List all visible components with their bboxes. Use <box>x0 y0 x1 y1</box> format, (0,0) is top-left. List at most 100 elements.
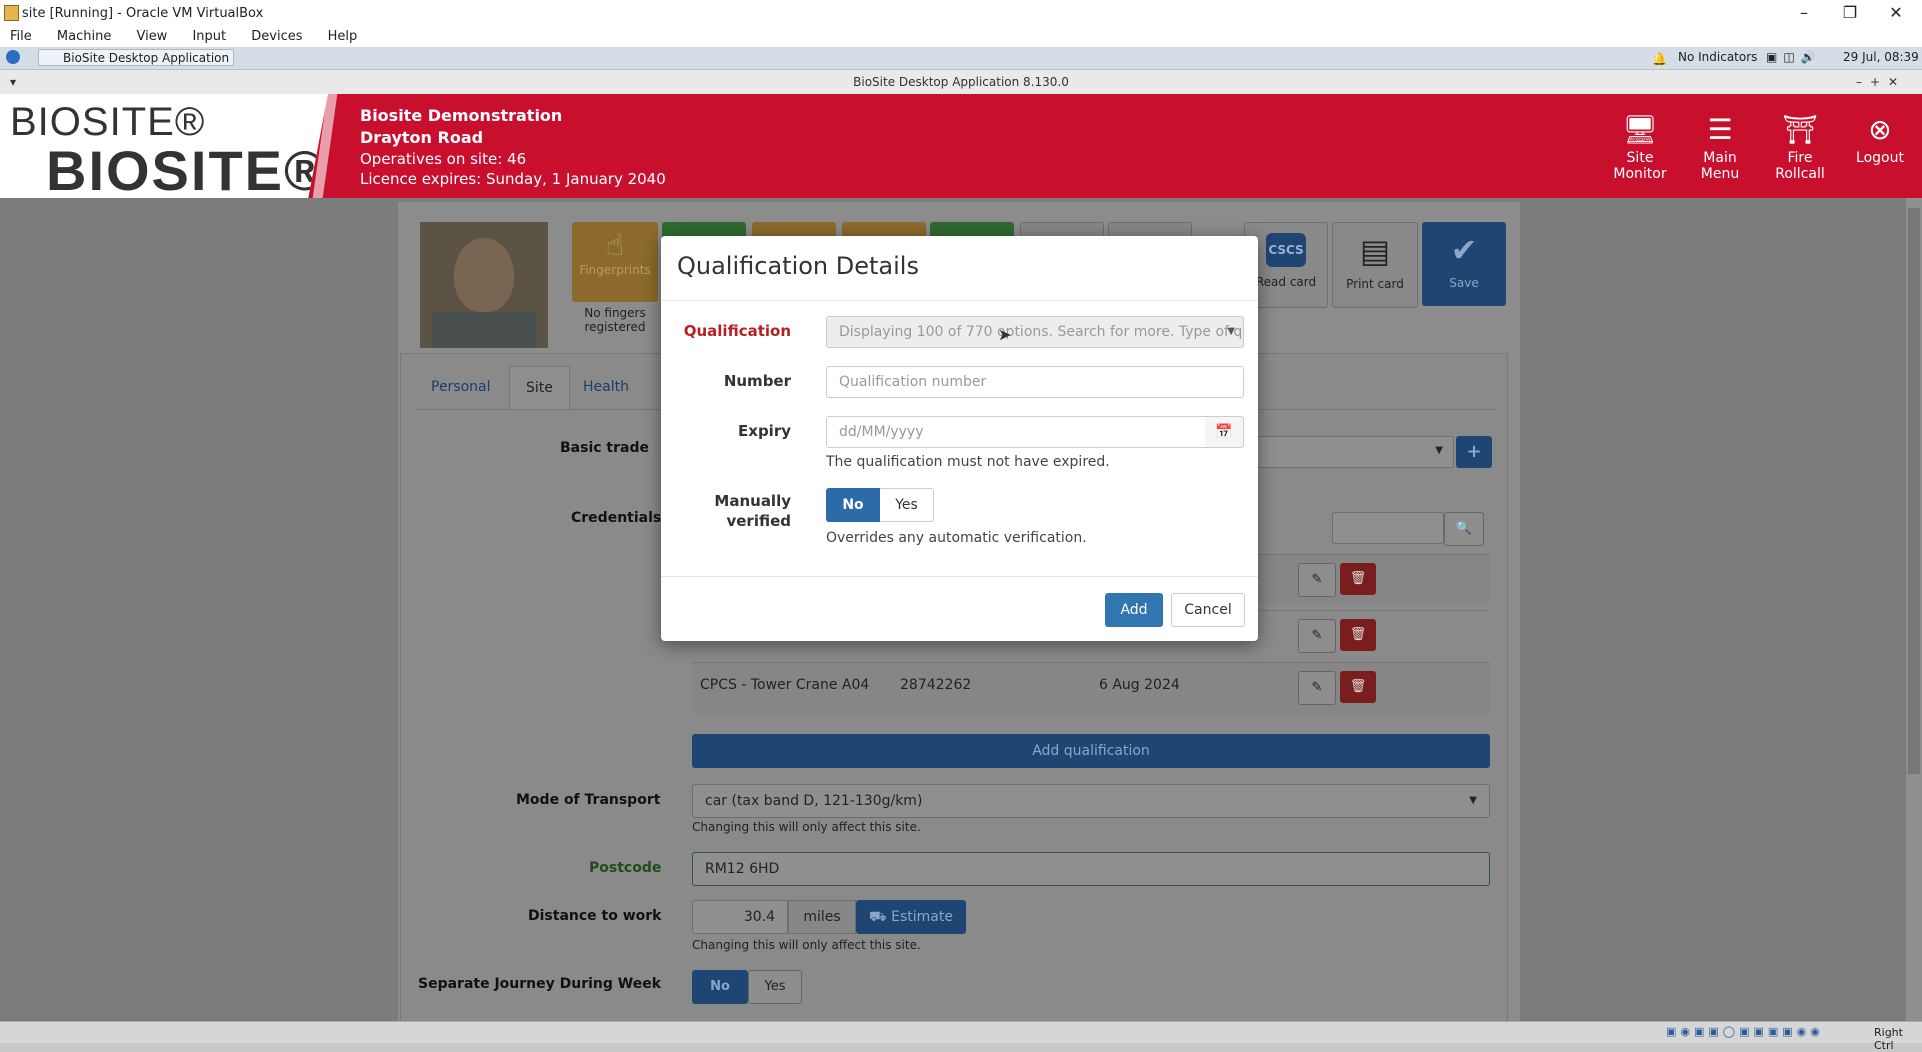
logout-button[interactable]: ⊗ Logout <box>1840 94 1920 198</box>
biosite-logo: BIOSITE® BIOSITE® <box>0 94 328 198</box>
distance-unit: miles <box>788 900 856 934</box>
scrollbar-thumb[interactable] <box>1908 208 1920 774</box>
bell-icon[interactable]: 🔔 <box>1652 52 1667 66</box>
manual-verified-no[interactable]: No <box>826 488 880 522</box>
tab-site[interactable]: Site <box>509 366 570 409</box>
app-window-title: BioSite Desktop Application 8.130.0 ▾ –+… <box>0 70 1922 94</box>
distance-input[interactable]: 30.4 <box>692 900 788 934</box>
app-header: BIOSITE® BIOSITE® Biosite Demonstration … <box>0 94 1922 198</box>
basic-trade-label: Basic trade <box>560 440 649 456</box>
edit-icon[interactable]: ✎ <box>1298 563 1336 597</box>
site-road: Drayton Road <box>360 128 484 147</box>
status-icons[interactable]: ▣◉▣▣◯▣▣▣▣◉◉ <box>1666 1025 1824 1038</box>
licence-expiry: Licence expires: Sunday, 1 January 2040 <box>360 170 666 188</box>
clock: 29 Jul, 08:39 <box>1843 50 1919 64</box>
postcode-input[interactable]: RM12 6HD <box>692 852 1490 886</box>
chevron-down-icon: ▼ <box>1469 795 1477 806</box>
hand-pointer-icon: ☝ <box>605 228 625 263</box>
site-name: Biosite Demonstration <box>360 106 563 125</box>
qualification-select[interactable]: Displaying 100 of 770 options. Search fo… <box>826 316 1244 348</box>
qualification-dialog: Qualification Details Qualification Disp… <box>661 236 1258 641</box>
manual-verified-help: Overrides any automatic verification. <box>826 530 1087 546</box>
add-qualification-button[interactable]: Add qualification <box>692 734 1490 768</box>
fingerprints-button[interactable]: ☝ Fingerprints <box>572 222 658 302</box>
vbox-app-icon <box>4 5 19 21</box>
manual-verified-yes[interactable]: Yes <box>880 488 934 522</box>
number-label: Number <box>723 372 791 390</box>
site-monitor-button[interactable]: 🖥 Site Monitor <box>1600 94 1680 198</box>
postcode-label: Postcode <box>589 860 662 876</box>
transport-select[interactable]: car (tax band D, 121-130g/km) ▼ <box>692 784 1490 818</box>
separate-journey-label: Separate Journey During Week <box>418 976 662 992</box>
transport-label: Mode of Transport <box>516 792 661 808</box>
tray-icons[interactable]: ▣◫🔊 <box>1766 50 1822 64</box>
mouse-cursor-icon: ➤ <box>998 325 1012 344</box>
app-window-controls[interactable]: –+✕ <box>1856 70 1906 94</box>
main-menu-button[interactable]: ☰ Main Menu <box>1680 94 1760 198</box>
menu-help[interactable]: Help <box>328 29 358 44</box>
print-card-button[interactable]: ▤ Print card <box>1332 222 1418 308</box>
indicators-label: No Indicators <box>1678 50 1758 64</box>
menu-devices[interactable]: Devices <box>251 29 302 44</box>
menu-file[interactable]: File <box>10 29 32 44</box>
manually-verified-label: Manually <box>714 492 791 510</box>
transport-note: Changing this will only affect this site… <box>692 820 921 834</box>
distance-note: Changing this will only affect this site… <box>692 938 921 952</box>
dialog-footer-divider <box>661 576 1258 577</box>
dialog-header-divider <box>661 300 1258 301</box>
trash-icon[interactable]: 🗑 <box>1340 563 1376 595</box>
vbox-title-bar: site [Running] - Oracle VM VirtualBox – … <box>0 0 1922 27</box>
add-button[interactable]: Add <box>1105 593 1163 627</box>
estimate-button[interactable]: ⛟ Estimate <box>856 900 966 934</box>
host-key-label: Right Ctrl <box>1874 1026 1903 1052</box>
search-icon: 🔍 <box>1455 521 1473 536</box>
credentials-search-input[interactable] <box>1332 512 1444 544</box>
guest-taskbar: BioSite Desktop Application ... 🔔 No Ind… <box>0 47 1922 70</box>
credentials-label: Credentials <box>571 510 662 526</box>
monitor-icon: 🖥 <box>1622 113 1658 146</box>
vbox-window-title: site [Running] - Oracle VM VirtualBox <box>22 6 264 21</box>
car-icon: ⛟ <box>869 909 887 925</box>
fingerprints-status: No fingers registered <box>584 306 646 334</box>
separate-journey-no[interactable]: No <box>692 970 748 1004</box>
hamburger-icon: ☰ <box>1707 113 1733 146</box>
check-icon: ✔ <box>1450 231 1478 269</box>
credential-name: CPCS - Tower Crane A04 <box>700 677 870 693</box>
credential-row-3: CPCS - Tower Crane A04 28742262 6 Aug 20… <box>692 662 1490 715</box>
card-icon: ▤ <box>1359 232 1391 270</box>
calendar-icon[interactable]: 📅 <box>1205 416 1244 448</box>
tab-health[interactable]: Health <box>567 366 645 408</box>
save-button[interactable]: ✔ Save <box>1422 222 1506 306</box>
vbox-menu-bar: File Machine View Input Devices Help <box>0 27 1922 47</box>
menu-view[interactable]: View <box>136 29 167 44</box>
trash-icon[interactable]: 🗑 <box>1340 671 1376 703</box>
dialog-title: Qualification Details <box>677 252 919 280</box>
close-icon[interactable]: ✕ <box>1876 2 1916 24</box>
fire-rollcall-button[interactable]: ⛩ Fire Rollcall <box>1760 94 1840 198</box>
expiry-label: Expiry <box>738 422 791 440</box>
cancel-button[interactable]: Cancel <box>1171 593 1245 627</box>
vbox-status-bar: ▣◉▣▣◯▣▣▣▣◉◉ Right Ctrl <box>0 1021 1922 1052</box>
edit-icon[interactable]: ✎ <box>1298 619 1336 653</box>
chevron-down-icon: ▼ <box>1227 326 1235 337</box>
edit-icon[interactable]: ✎ <box>1298 671 1336 705</box>
app-menu-chevron-icon[interactable]: ▾ <box>10 70 16 94</box>
credential-number: 28742262 <box>900 677 972 693</box>
menu-machine[interactable]: Machine <box>57 29 111 44</box>
trash-icon[interactable]: 🗑 <box>1340 619 1376 651</box>
add-trade-button[interactable]: + <box>1456 436 1492 468</box>
qualification-label: Qualification <box>683 322 791 340</box>
close-circle-icon: ⊗ <box>1868 113 1892 146</box>
tab-personal[interactable]: Personal <box>415 366 507 408</box>
qualification-number-input[interactable]: Qualification number <box>826 366 1244 398</box>
page-scrollbar[interactable] <box>1906 198 1922 1021</box>
search-button[interactable]: 🔍 <box>1444 512 1484 546</box>
menu-input[interactable]: Input <box>192 29 226 44</box>
start-icon[interactable] <box>6 50 20 64</box>
minimize-icon[interactable]: – <box>1784 2 1824 24</box>
separate-journey-yes[interactable]: Yes <box>748 970 802 1004</box>
taskbar-item-biosite[interactable]: BioSite Desktop Application ... <box>38 49 234 66</box>
restore-icon[interactable]: ❐ <box>1830 2 1870 24</box>
expiry-input[interactable]: dd/MM/yyyy <box>826 416 1206 448</box>
basic-trade-select[interactable]: ▼ <box>1256 436 1454 468</box>
